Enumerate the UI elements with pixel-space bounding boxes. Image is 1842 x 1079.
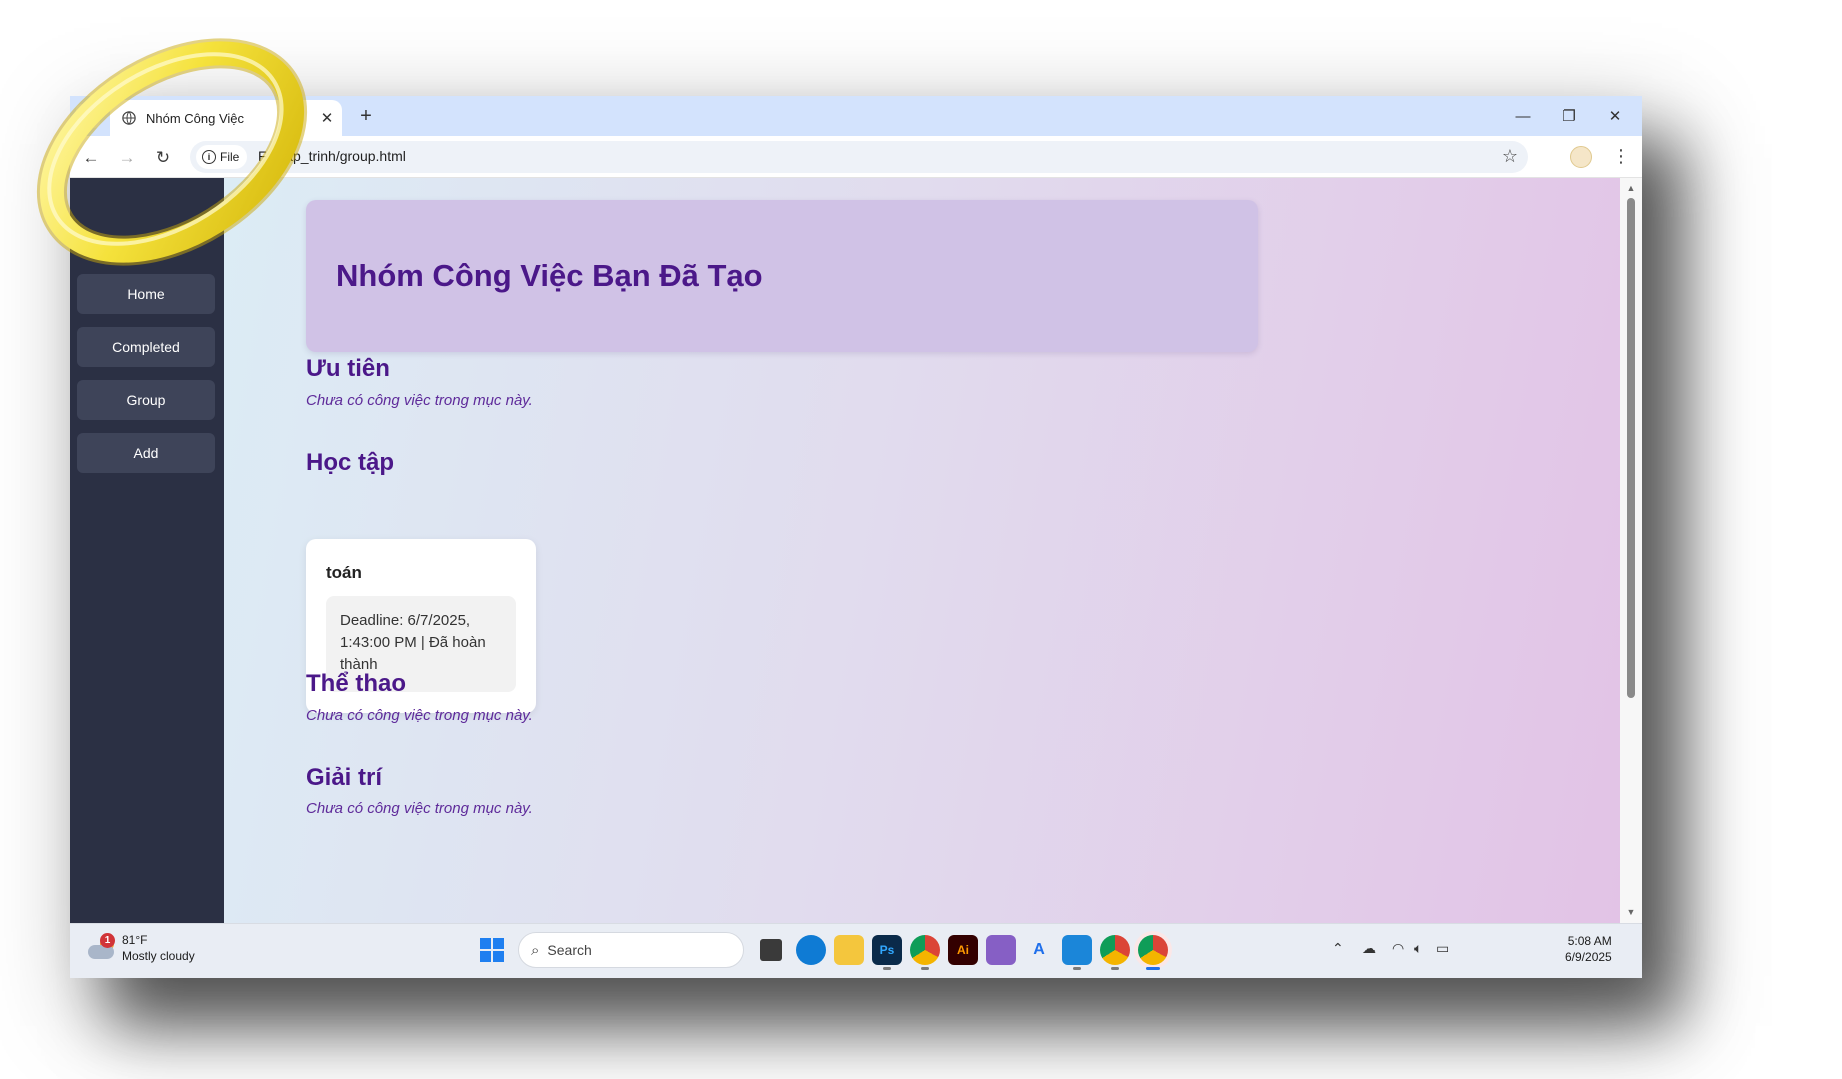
header-card: Nhóm Công Việc Bạn Đã Tạo xyxy=(306,200,1258,352)
section-title-the-thao: Thể thao xyxy=(306,670,406,697)
scroll-thumb[interactable] xyxy=(1627,198,1635,698)
stage: ⌄ Nhóm Công Việc ✕ + — ❐ ✕ ← → ↻ i File … xyxy=(0,0,1842,1079)
main-content: Nhóm Công Việc Bạn Đã Tạo Ưu tiên Chưa c… xyxy=(224,178,1620,923)
scrollbar[interactable]: ▲ ▼ xyxy=(1620,178,1642,923)
clock-date: 6/9/2025 xyxy=(1565,950,1612,964)
empty-message: Chưa có công việc trong mục này. xyxy=(306,392,533,409)
menu-icon[interactable]: ⋮ xyxy=(1612,146,1630,167)
close-window-button[interactable]: ✕ xyxy=(1592,102,1638,130)
task-view-icon[interactable] xyxy=(760,939,782,961)
visual-studio-icon[interactable] xyxy=(986,935,1016,965)
file-explorer-icon[interactable] xyxy=(834,935,864,965)
decorative-ring xyxy=(36,38,308,266)
wifi-icon[interactable]: ◠ xyxy=(1392,940,1404,957)
taskbar-search[interactable]: ⌕ Search xyxy=(518,932,744,968)
new-tab-button[interactable]: + xyxy=(354,104,378,128)
section-title-uu-tien: Ưu tiên xyxy=(306,355,390,382)
volume-icon[interactable]: 🔈︎ xyxy=(1414,940,1422,957)
sidebar-item-completed[interactable]: Completed xyxy=(77,327,215,367)
illustrator-icon[interactable]: Ai xyxy=(948,935,978,965)
chrome-icon[interactable] xyxy=(910,935,940,970)
photoshop-icon[interactable]: Ps xyxy=(872,935,902,970)
windows-start-icon[interactable] xyxy=(480,938,504,962)
page-viewport: Home Completed Group Add Nhóm Công Việc … xyxy=(70,178,1642,923)
page-title: Nhóm Công Việc Bạn Đã Tạo xyxy=(336,258,763,293)
notification-badge: 1 xyxy=(100,933,115,948)
onedrive-icon[interactable]: ☁ xyxy=(1362,940,1376,957)
weather-icon: 1 xyxy=(88,933,115,959)
section-title-hoc-tap: Học tập xyxy=(306,449,395,476)
restore-button[interactable]: ❐ xyxy=(1546,102,1592,130)
chrome-icon[interactable] xyxy=(1138,935,1168,970)
taskbar: 1 81°F Mostly cloudy ⌕ Search Ps Ai A ⌃ … xyxy=(70,923,1642,978)
section-title-giai-tri: Giải trí xyxy=(306,764,383,791)
weather-widget[interactable]: 1 81°F Mostly cloudy xyxy=(88,932,195,964)
empty-message: Chưa có công việc trong mục này. xyxy=(306,707,533,724)
weather-temp: 81°F xyxy=(122,933,148,947)
chrome-icon[interactable] xyxy=(1100,935,1130,970)
translate-icon[interactable]: A xyxy=(1024,935,1054,965)
sidebar: Home Completed Group Add xyxy=(70,178,224,923)
weather-desc: Mostly cloudy xyxy=(122,949,195,963)
scroll-down-icon[interactable]: ▼ xyxy=(1625,906,1637,918)
search-icon: ⌕ xyxy=(531,941,540,959)
star-icon[interactable]: ☆ xyxy=(1502,146,1518,167)
edge-icon[interactable] xyxy=(796,935,826,965)
chevron-up-icon[interactable]: ⌃ xyxy=(1332,940,1344,957)
search-placeholder: Search xyxy=(547,942,592,958)
address-bar[interactable]: i File F:/_lap_trinh/group.html ☆ xyxy=(190,141,1528,173)
task-name: toán xyxy=(326,563,362,582)
scroll-up-icon[interactable]: ▲ xyxy=(1625,182,1637,194)
empty-message: Chưa có công việc trong mục này. xyxy=(306,800,533,817)
battery-icon[interactable]: ▭ xyxy=(1436,940,1449,957)
minimize-button[interactable]: — xyxy=(1500,102,1546,130)
profile-avatar[interactable] xyxy=(1570,146,1592,168)
clock[interactable]: 5:08 AM 6/9/2025 xyxy=(1565,933,1612,965)
clock-time: 5:08 AM xyxy=(1567,934,1612,948)
sidebar-item-group[interactable]: Group xyxy=(77,380,215,420)
vscode-icon[interactable] xyxy=(1062,935,1092,970)
sidebar-item-add[interactable]: Add xyxy=(77,433,215,473)
